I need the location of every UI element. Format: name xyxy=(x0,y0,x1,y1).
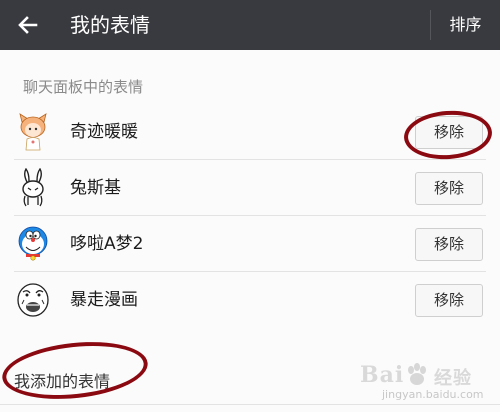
remove-button[interactable]: 移除 xyxy=(415,172,483,205)
fox-girl-sticker-icon xyxy=(14,112,52,152)
remove-button[interactable]: 移除 xyxy=(415,116,483,149)
remove-button[interactable]: 移除 xyxy=(415,284,483,317)
baidu-watermark: Bai 经验 jingyan.baidu.com xyxy=(352,360,492,402)
section-header-chat-panel: 聊天面板中的表情 xyxy=(23,78,144,96)
sticker-name: 兔斯基 xyxy=(70,178,121,198)
sticker-name: 暴走漫画 xyxy=(70,290,138,310)
sticker-name: 奇迹暖暖 xyxy=(70,122,138,142)
doraemon-sticker-icon xyxy=(14,224,52,264)
list-item: 暴走漫画 移除 xyxy=(0,272,500,328)
arrow-left-icon xyxy=(18,16,38,34)
rage-face-sticker-icon xyxy=(14,280,52,320)
sticker-name: 哆啦A梦2 xyxy=(70,234,144,254)
page-title: 我的表情 xyxy=(70,13,150,37)
top-bar: 我的表情 排序 xyxy=(0,0,500,50)
paw-logo-icon xyxy=(408,363,426,385)
watermark-logo-text: Bai xyxy=(360,362,405,388)
list-item: 哆啦A梦2 移除 xyxy=(0,216,500,272)
sort-button[interactable]: 排序 xyxy=(431,0,500,50)
divider xyxy=(0,404,500,405)
watermark-logo-text-2: 经验 xyxy=(434,368,472,389)
remove-button[interactable]: 移除 xyxy=(415,228,483,261)
section-header-my-added: 我添加的表情 xyxy=(14,372,111,391)
list-item: 奇迹暖暖 移除 xyxy=(0,104,500,160)
watermark-subtext: jingyan.baidu.com xyxy=(382,388,484,401)
back-button[interactable] xyxy=(8,5,48,45)
my-stickers-page: 我的表情 排序 聊天面板中的表情 奇迹暖暖 移除 兔斯基 移除 哆啦A梦2 移除… xyxy=(0,0,500,412)
list-item: 兔斯基 移除 xyxy=(0,160,500,216)
rabbit-sticker-icon xyxy=(14,167,52,208)
